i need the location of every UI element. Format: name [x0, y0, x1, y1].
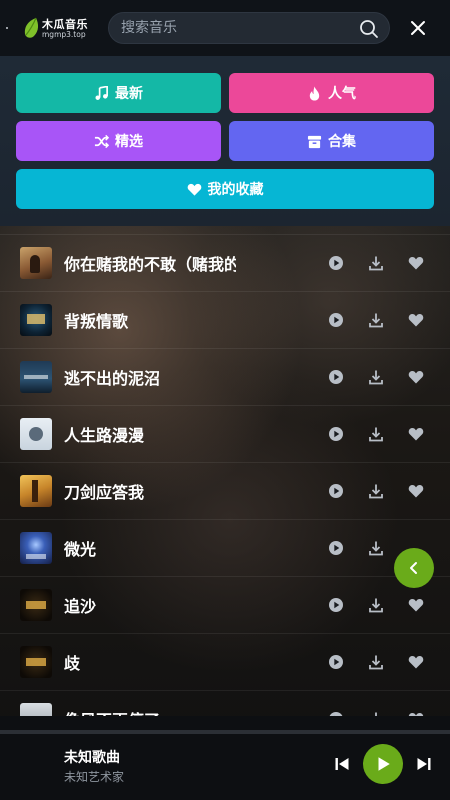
- fire-icon: [309, 85, 320, 101]
- shuffle-icon: [94, 134, 109, 148]
- download-icon[interactable]: [368, 426, 384, 442]
- album-cover: [20, 247, 52, 279]
- category-collection-button[interactable]: 合集: [229, 121, 434, 161]
- chevron-left-icon: [410, 562, 417, 574]
- next-track-icon[interactable]: [416, 756, 432, 772]
- song-title: 像风不再停了: [64, 707, 236, 716]
- category-collection-label: 合集: [328, 134, 356, 150]
- album-cover: [20, 703, 52, 716]
- player-bar: 未知歌曲 未知艺术家: [0, 716, 450, 800]
- category-popular-button[interactable]: 人气: [229, 73, 434, 113]
- heart-icon[interactable]: [408, 369, 424, 385]
- heart-icon[interactable]: [408, 483, 424, 499]
- search-box[interactable]: [108, 12, 390, 44]
- category-popular-label: 人气: [328, 86, 356, 102]
- song-title: 微光: [64, 540, 97, 559]
- category-panel: 最新 人气 精选 合集 我的收藏: [0, 56, 450, 226]
- category-latest-label: 最新: [115, 86, 143, 102]
- now-playing-artist: 未知艺术家: [64, 770, 125, 784]
- heart-icon[interactable]: [408, 426, 424, 442]
- song-row[interactable]: 背叛情歌: [0, 291, 450, 348]
- box-icon: [307, 135, 322, 148]
- previous-track-icon[interactable]: [334, 756, 350, 772]
- album-cover: [20, 646, 52, 678]
- song-list: 你在赌我的不敢（赌我的 背叛情歌 逃不出的泥沼 人生路漫漫 刀剑应答我 微光 追…: [0, 234, 450, 716]
- now-playing-title: 未知歌曲: [64, 750, 120, 766]
- album-cover: [20, 361, 52, 393]
- heart-icon[interactable]: [408, 312, 424, 328]
- download-icon[interactable]: [368, 597, 384, 613]
- play-icon[interactable]: [328, 540, 344, 556]
- download-icon[interactable]: [368, 540, 384, 556]
- album-cover: [20, 475, 52, 507]
- download-icon[interactable]: [368, 369, 384, 385]
- category-latest-button[interactable]: 最新: [16, 73, 221, 113]
- song-title: 逃不出的泥沼: [64, 369, 161, 388]
- music-note-icon: [95, 85, 108, 100]
- song-row[interactable]: 微光: [0, 519, 450, 576]
- category-favorites-label: 我的收藏: [207, 182, 264, 198]
- download-icon[interactable]: [368, 255, 384, 271]
- song-row[interactable]: 人生路漫漫: [0, 405, 450, 462]
- song-title: 刀剑应答我: [64, 483, 145, 502]
- play-icon[interactable]: [328, 255, 344, 271]
- category-featured-label: 精选: [115, 134, 143, 150]
- play-icon: [378, 757, 390, 771]
- top-bar: 木瓜音乐 mgmp3.top: [0, 0, 450, 56]
- song-row[interactable]: 像风不再停了: [0, 690, 450, 716]
- song-row[interactable]: 你在赌我的不敢（赌我的: [0, 234, 450, 291]
- album-cover: [20, 589, 52, 621]
- app-logo[interactable]: 木瓜音乐 mgmp3.top: [22, 14, 102, 42]
- heart-icon[interactable]: [408, 255, 424, 271]
- song-title: 你在赌我的不敢（赌我的: [64, 255, 236, 274]
- song-row[interactable]: 刀剑应答我: [0, 462, 450, 519]
- song-title: 人生路漫漫: [64, 426, 145, 445]
- heart-icon[interactable]: [408, 654, 424, 670]
- play-icon[interactable]: [328, 654, 344, 670]
- heart-icon[interactable]: [408, 597, 424, 613]
- song-title: 追沙: [64, 597, 97, 616]
- category-featured-button[interactable]: 精选: [16, 121, 221, 161]
- download-icon[interactable]: [368, 654, 384, 670]
- song-row[interactable]: 逃不出的泥沼: [0, 348, 450, 405]
- play-icon[interactable]: [328, 312, 344, 328]
- search-icon[interactable]: [359, 19, 379, 39]
- close-icon[interactable]: [408, 18, 428, 38]
- search-input[interactable]: [121, 13, 351, 43]
- song-title: 歧: [64, 654, 81, 673]
- album-cover: [20, 418, 52, 450]
- download-icon[interactable]: [368, 483, 384, 499]
- play-icon[interactable]: [328, 426, 344, 442]
- papaya-logo-icon: [24, 17, 39, 38]
- album-cover: [20, 532, 52, 564]
- heart-icon: [187, 183, 201, 196]
- album-cover: [20, 304, 52, 336]
- collapse-back-button[interactable]: [394, 548, 434, 588]
- decorative-dot: [6, 27, 8, 29]
- logo-domain: mgmp3.top: [42, 30, 86, 39]
- download-icon[interactable]: [368, 312, 384, 328]
- play-icon[interactable]: [328, 597, 344, 613]
- play-button[interactable]: [363, 744, 403, 784]
- play-icon[interactable]: [328, 483, 344, 499]
- category-favorites-button[interactable]: 我的收藏: [16, 169, 434, 209]
- progress-bar[interactable]: [0, 730, 450, 734]
- song-row[interactable]: 歧: [0, 633, 450, 690]
- song-title: 背叛情歌: [64, 312, 129, 331]
- song-row[interactable]: 追沙: [0, 576, 450, 633]
- play-icon[interactable]: [328, 369, 344, 385]
